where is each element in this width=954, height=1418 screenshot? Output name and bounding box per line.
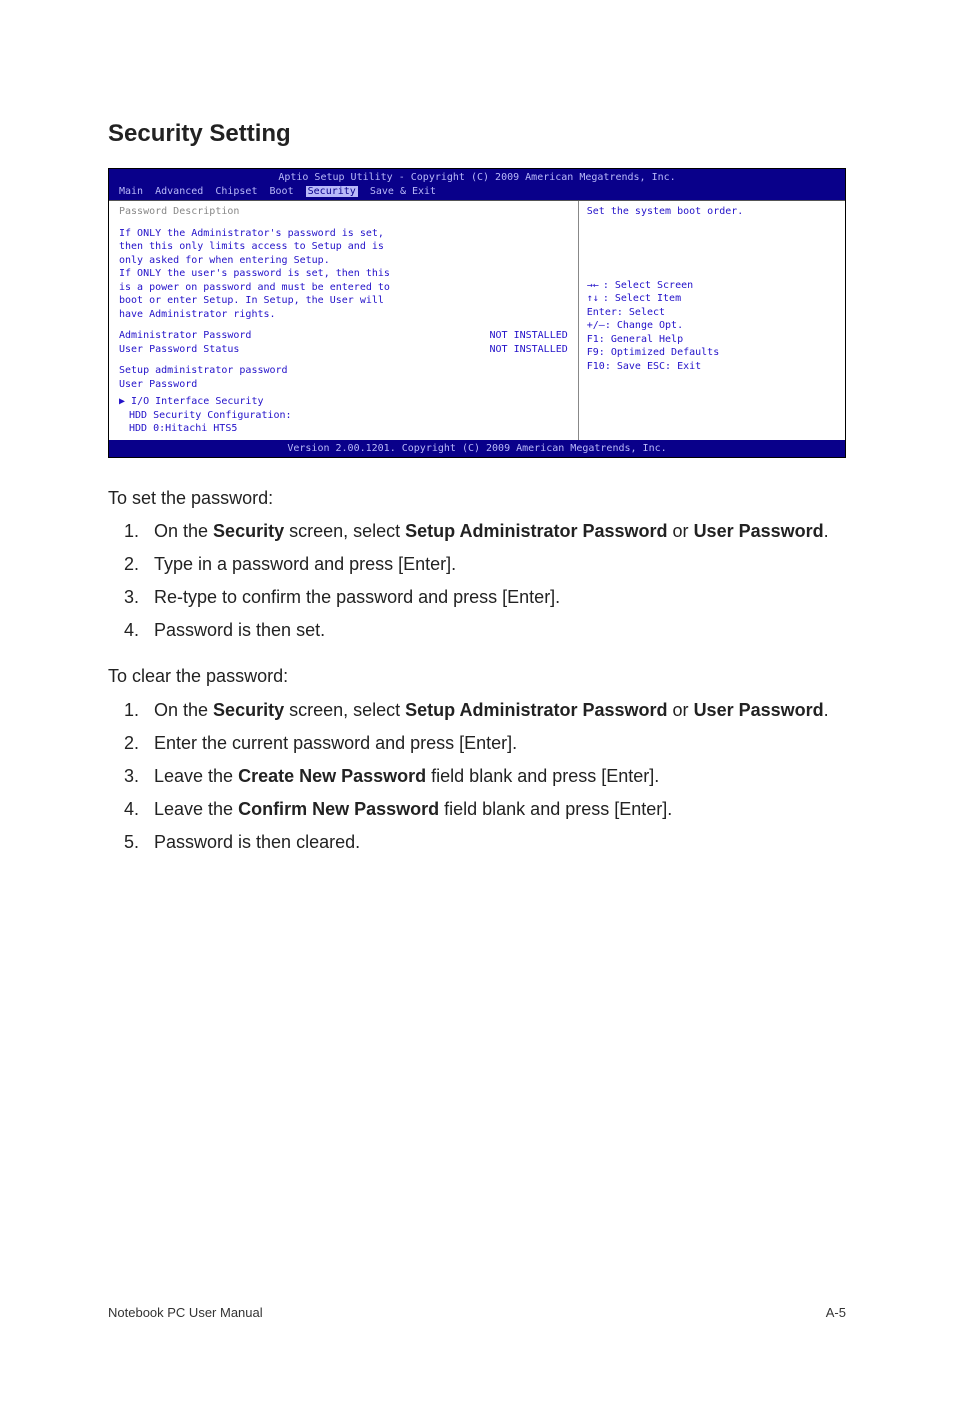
bios-left-heading: Password Description bbox=[119, 205, 568, 219]
text-run: Leave the bbox=[154, 766, 238, 786]
bios-tab-security: Security bbox=[306, 186, 358, 197]
text-bold: Setup Administrator Password bbox=[405, 521, 667, 541]
footer-title: Notebook PC User Manual bbox=[108, 1305, 263, 1320]
bios-hint: F9: Optimized Defaults bbox=[587, 346, 837, 360]
bios-screenshot: Aptio Setup Utility - Copyright (C) 2009… bbox=[108, 168, 846, 458]
bios-desc-line: is a power on password and must be enter… bbox=[119, 281, 568, 295]
bios-desc-line: then this only limits access to Setup an… bbox=[119, 240, 568, 254]
page-footer: Notebook PC User Manual A-5 bbox=[108, 1265, 846, 1320]
bios-footer: Version 2.00.1201. Copyright (C) 2009 Am… bbox=[109, 440, 845, 458]
list-item: Password is then set. bbox=[144, 617, 846, 644]
bios-tab-save-exit: Save & Exit bbox=[370, 186, 436, 197]
text-run: field blank and press [Enter]. bbox=[439, 799, 672, 819]
bios-desc-line: boot or enter Setup. In Setup, the User … bbox=[119, 294, 568, 308]
text-bold: User Password bbox=[694, 700, 824, 720]
bios-hint: Enter: Select bbox=[587, 306, 837, 320]
triangle-right-icon: ▶ bbox=[119, 396, 131, 407]
text-bold: Setup Administrator Password bbox=[405, 700, 667, 720]
text-run: field blank and press [Enter]. bbox=[426, 766, 659, 786]
bios-hint: +/—: Change Opt. bbox=[587, 319, 837, 333]
text-run: On the bbox=[154, 521, 213, 541]
list-item: Re-type to confirm the password and pres… bbox=[144, 584, 846, 611]
text-run: or bbox=[668, 521, 694, 541]
list-item: Type in a password and press [Enter]. bbox=[144, 551, 846, 578]
list-item: On the Security screen, select Setup Adm… bbox=[144, 518, 846, 545]
bios-title: Aptio Setup Utility - Copyright (C) 2009… bbox=[109, 169, 845, 185]
text-run: screen, select bbox=[284, 521, 405, 541]
list-item: Password is then cleared. bbox=[144, 829, 846, 856]
bios-hint: F10: Save ESC: Exit bbox=[587, 360, 837, 374]
footer-page-number: A-5 bbox=[826, 1305, 846, 1320]
arrows-lr-icon bbox=[587, 280, 603, 291]
bios-key-hints: : Select Screen : Select Item Enter: Sel… bbox=[587, 279, 837, 374]
clear-password-intro: To clear the password: bbox=[108, 664, 846, 688]
bios-row-hdd-device: HDD 0:Hitachi HTS5 bbox=[119, 422, 568, 436]
clear-password-steps: On the Security screen, select Setup Adm… bbox=[108, 697, 846, 856]
text-bold: Security bbox=[213, 700, 284, 720]
text-run: . bbox=[824, 521, 829, 541]
bios-row-io-interface-security: ▶ I/O Interface Security bbox=[119, 395, 568, 409]
bios-desc-line: have Administrator rights. bbox=[119, 308, 568, 322]
bios-row-label: Administrator Password bbox=[119, 329, 251, 343]
bios-row-label: I/O Interface Security bbox=[131, 396, 263, 407]
bios-desc-line: If ONLY the user's password is set, then… bbox=[119, 267, 568, 281]
bios-row-admin-password: Administrator Password NOT INSTALLED bbox=[119, 329, 568, 343]
section-heading: Security Setting bbox=[108, 120, 846, 148]
text-bold: Create New Password bbox=[238, 766, 426, 786]
list-item: Leave the Create New Password field blan… bbox=[144, 763, 846, 790]
bios-tab-chipset: Chipset bbox=[215, 186, 257, 197]
text-run: screen, select bbox=[284, 700, 405, 720]
arrows-ud-icon bbox=[587, 293, 603, 304]
bios-tab-main: Main bbox=[119, 186, 143, 197]
bios-desc-line: If ONLY the Administrator's password is … bbox=[119, 227, 568, 241]
set-password-steps: On the Security screen, select Setup Adm… bbox=[108, 518, 846, 644]
list-item: Enter the current password and press [En… bbox=[144, 730, 846, 757]
bios-row-value: NOT INSTALLED bbox=[489, 329, 567, 343]
bios-tab-advanced: Advanced bbox=[155, 186, 203, 197]
text-bold: Confirm New Password bbox=[238, 799, 439, 819]
list-item: Leave the Confirm New Password field bla… bbox=[144, 796, 846, 823]
bios-left-pane: Password Description If ONLY the Adminis… bbox=[109, 201, 579, 440]
bios-help-text: Set the system boot order. bbox=[587, 205, 837, 219]
bios-row-user-password: User Password bbox=[119, 378, 568, 392]
text-run: On the bbox=[154, 700, 213, 720]
bios-desc-line: only asked for when entering Setup. bbox=[119, 254, 568, 268]
bios-row-label: User Password Status bbox=[119, 343, 239, 357]
bios-hint: Select Item bbox=[615, 293, 681, 304]
bios-row-hdd-security-config: HDD Security Configuration: bbox=[119, 409, 568, 423]
list-item: On the Security screen, select Setup Adm… bbox=[144, 697, 846, 724]
bios-tab-boot: Boot bbox=[270, 186, 294, 197]
text-bold: Security bbox=[213, 521, 284, 541]
bios-row-user-password-status: User Password Status NOT INSTALLED bbox=[119, 343, 568, 357]
bios-body: Password Description If ONLY the Adminis… bbox=[109, 200, 845, 440]
bios-hint: Select Screen bbox=[615, 280, 693, 291]
bios-hint: F1: General Help bbox=[587, 333, 837, 347]
text-run: Leave the bbox=[154, 799, 238, 819]
text-bold: User Password bbox=[694, 521, 824, 541]
bios-tabs: Main Advanced Chipset Boot Security Save… bbox=[109, 185, 845, 201]
bios-right-pane: Set the system boot order. : Select Scre… bbox=[579, 201, 845, 440]
text-run: or bbox=[668, 700, 694, 720]
text-run: . bbox=[824, 700, 829, 720]
bios-row-setup-admin-password: Setup administrator password bbox=[119, 364, 568, 378]
set-password-intro: To set the password: bbox=[108, 486, 846, 510]
bios-row-value: NOT INSTALLED bbox=[489, 343, 567, 357]
